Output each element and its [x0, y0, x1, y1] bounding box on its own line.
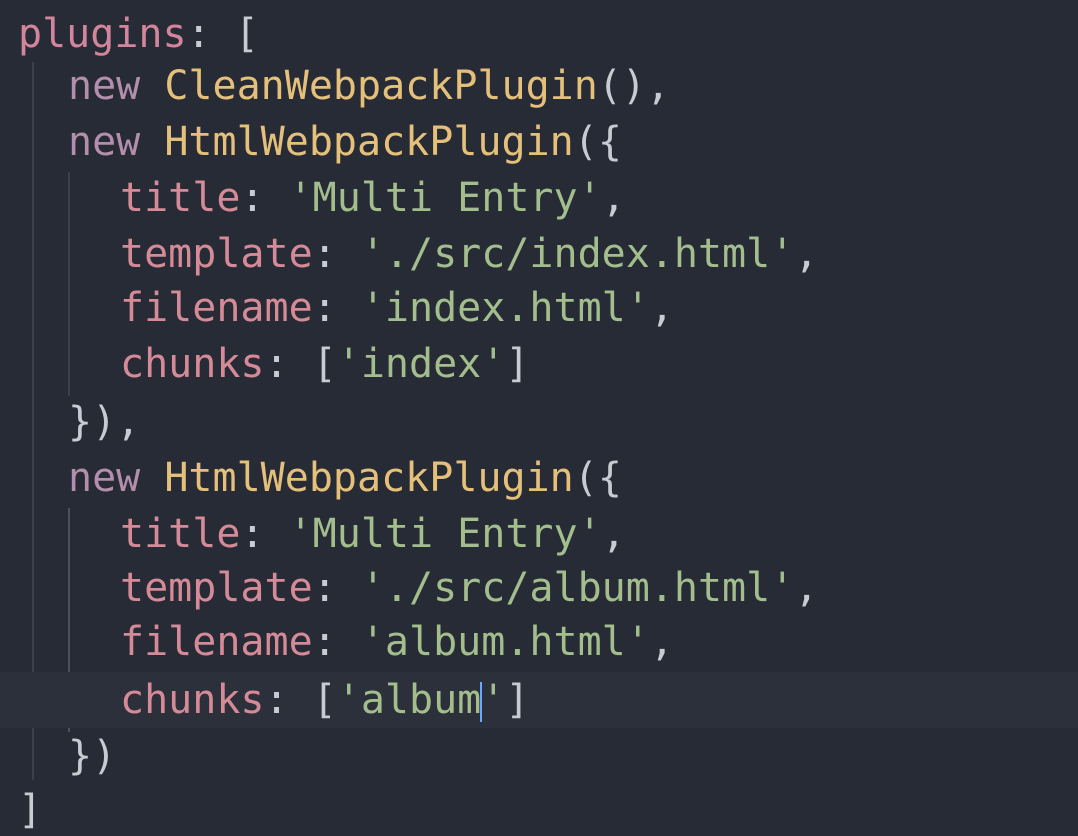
code-token: filename — [120, 285, 313, 331]
code-token: }), — [68, 399, 141, 445]
code-token: HtmlWebpackPlugin — [164, 119, 574, 165]
code-token: : — [240, 175, 289, 221]
code-line[interactable]: new CleanWebpackPlugin(), — [68, 58, 670, 114]
code-line[interactable]: title: 'Multi Entry', — [120, 170, 626, 226]
code-token: ] — [505, 341, 530, 387]
code-line[interactable]: new HtmlWebpackPlugin({ — [68, 450, 622, 506]
code-token: plugins — [18, 11, 187, 57]
code-token: : [ — [264, 677, 337, 723]
code-token: ({ — [573, 119, 622, 165]
code-line[interactable]: filename: 'index.html', — [120, 280, 674, 336]
code-token: , — [649, 619, 674, 665]
code-token: title — [120, 175, 241, 221]
code-token: ] — [505, 677, 530, 723]
code-token: (), — [597, 63, 671, 109]
code-line[interactable]: template: './src/album.html', — [120, 560, 818, 616]
code-line-active[interactable]: chunks: ['album'] — [0, 672, 1078, 728]
code-token: : — [312, 565, 361, 611]
code-line[interactable]: template: './src/index.html', — [120, 226, 818, 282]
code-token: chunks — [120, 341, 265, 387]
code-token: , — [601, 511, 626, 557]
code-token: , — [649, 285, 674, 331]
code-token: : — [240, 511, 289, 557]
code-token: new — [68, 63, 141, 109]
code-token: title — [120, 511, 241, 557]
code-token: ({ — [573, 455, 622, 501]
code-token: 'index' — [336, 341, 506, 387]
code-token: : [ — [186, 11, 259, 57]
code-line[interactable]: title: 'Multi Entry', — [120, 506, 626, 562]
code-token: , — [794, 565, 819, 611]
code-token: new — [68, 455, 141, 501]
code-line[interactable]: filename: 'album.html', — [120, 614, 674, 670]
code-token: : — [312, 231, 361, 277]
code-token: './src/album.html' — [360, 565, 795, 611]
code-token: , — [601, 175, 626, 221]
code-token: : [ — [264, 341, 337, 387]
code-token: 'index.html' — [360, 285, 650, 331]
code-token: new — [68, 119, 141, 165]
code-token: : — [312, 619, 361, 665]
code-token: CleanWebpackPlugin — [164, 63, 598, 109]
code-token: }) — [68, 733, 117, 779]
code-line[interactable]: plugins: [ — [18, 6, 259, 62]
code-token: template — [120, 231, 313, 277]
code-line[interactable]: ] — [18, 782, 42, 836]
code-token: template — [120, 565, 313, 611]
code-token: HtmlWebpackPlugin — [164, 455, 574, 501]
code-token: ' — [481, 677, 506, 723]
code-token: filename — [120, 619, 313, 665]
code-token: chunks — [120, 677, 265, 723]
code-token: 'album.html' — [360, 619, 650, 665]
code-line[interactable]: chunks: ['index'] — [120, 336, 529, 392]
code-token: 'Multi Entry' — [288, 175, 602, 221]
indent-guide — [68, 172, 70, 396]
code-line[interactable]: }) — [68, 728, 116, 784]
code-editor[interactable]: plugins: [new CleanWebpackPlugin(), new H… — [0, 0, 1078, 836]
code-token: './src/index.html' — [360, 231, 795, 277]
code-token: ] — [18, 787, 43, 833]
code-token: : — [312, 285, 361, 331]
code-token: 'album — [336, 677, 482, 723]
code-token: 'Multi Entry' — [288, 511, 602, 557]
code-token: , — [794, 231, 819, 277]
code-line[interactable]: new HtmlWebpackPlugin({ — [68, 114, 622, 170]
code-line[interactable]: }), — [68, 394, 140, 450]
